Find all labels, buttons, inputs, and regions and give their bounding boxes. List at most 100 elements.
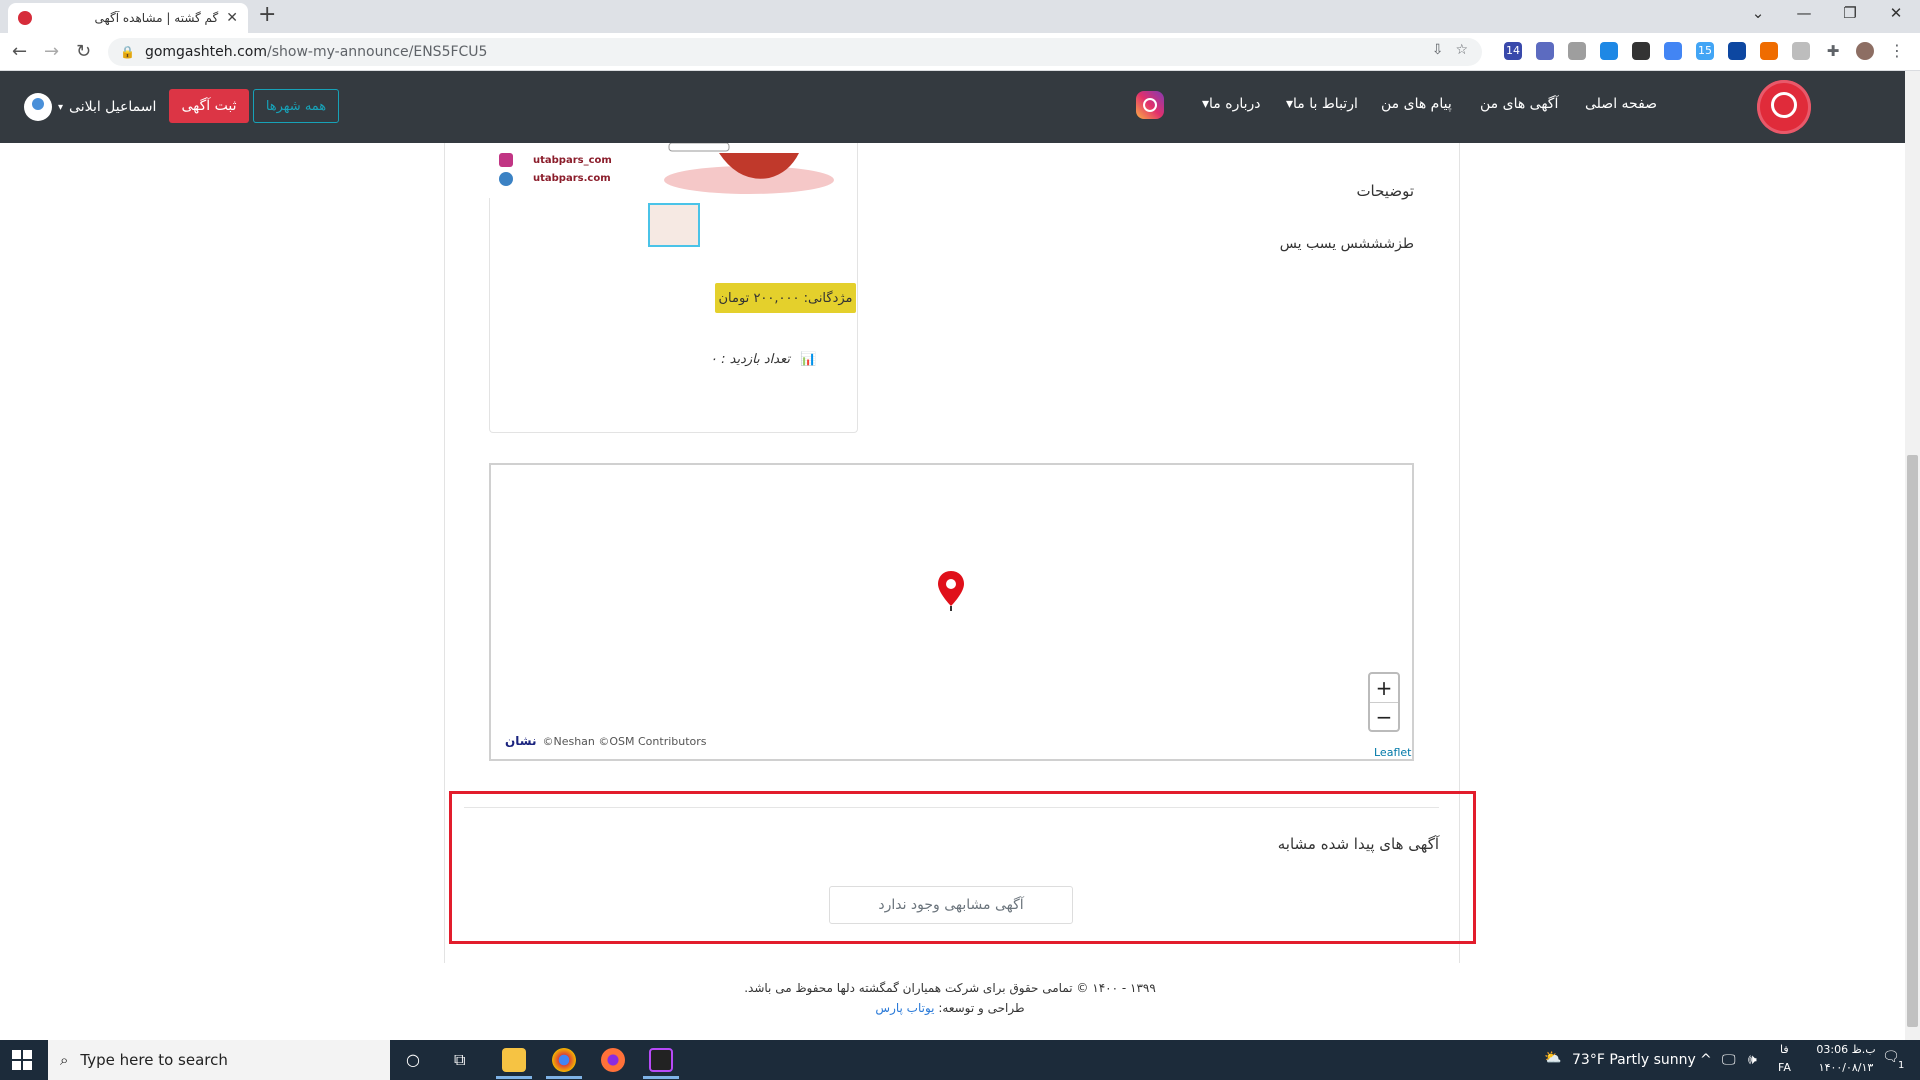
close-window-icon[interactable]: ✕ (1876, 4, 1916, 22)
install-app-icon[interactable]: ⇩ (1432, 42, 1444, 58)
site-logo[interactable] (1757, 80, 1811, 134)
caret-down-icon: ▾ (58, 101, 64, 113)
restore-icon[interactable]: ❐ (1830, 4, 1870, 22)
tray-chevron-icon[interactable]: ^ (1700, 1052, 1712, 1068)
notification-count: 1 (1898, 1060, 1905, 1071)
nav-about-dropdown[interactable]: درباره ما▾ (1202, 96, 1261, 112)
network-icon[interactable]: 🖵 (1722, 1052, 1736, 1068)
profile-avatar[interactable] (1856, 42, 1874, 60)
map-attribution: نشان ©Neshan ©OSM Contributors (505, 734, 707, 748)
footer-copyright: ۱۳۹۹ - ۱۴۰۰ © تمامی حقوق برای شرکت همیار… (744, 981, 1156, 995)
url-domain: gomgashteh.com (144, 44, 268, 60)
caret-down-icon: ▾ (1286, 96, 1294, 112)
instagram-icon[interactable] (1136, 91, 1164, 119)
check-extension-icon[interactable] (1728, 42, 1746, 60)
forward-icon[interactable]: → (44, 41, 59, 62)
attribution-text: ©Neshan ©OSM Contributors (542, 734, 707, 748)
leaflet-link[interactable]: Leaflet (1374, 746, 1411, 759)
extensions-puzzle-icon[interactable]: ✚ (1824, 42, 1842, 60)
cortana-icon[interactable]: ○ (406, 1050, 420, 1069)
ad-image-line-2: utabpars.com (533, 173, 611, 184)
phpstorm-icon[interactable] (649, 1048, 673, 1072)
user-avatar-icon (24, 93, 52, 121)
extension-badge: 14 (1506, 44, 1520, 57)
volume-icon[interactable]: 🕪 (1748, 1052, 1757, 1068)
chart-icon: 📊 (799, 352, 817, 367)
no-similar-ads-box: آگهی مشابهی وجود ندارد (829, 886, 1073, 924)
back-icon[interactable]: ← (12, 41, 27, 62)
view-count-label: تعداد بازدید : ۰ (710, 352, 790, 367)
footer-design-label: طراحی و توسعه: (938, 1001, 1025, 1015)
active-indicator (546, 1076, 582, 1079)
new-tab-button[interactable]: + (258, 2, 276, 27)
extension-icon-4[interactable] (1600, 42, 1618, 60)
nav-contact-dropdown[interactable]: ارتباط با ما▾ (1286, 96, 1358, 112)
bookmark-star-icon[interactable]: ☆ (1455, 42, 1468, 58)
divider (464, 807, 1439, 808)
user-name: اسماعیل ابلانی (69, 99, 157, 115)
footer-design-link[interactable]: یوتاب پارس (875, 1001, 934, 1015)
reward-badge: مژدگانی: ۲۰۰,۰۰۰ تومان (715, 283, 856, 313)
taskbar-search[interactable]: ⌕ Type here to search (48, 1040, 390, 1080)
caret-down-icon: ▾ (1202, 96, 1210, 112)
location-map[interactable] (489, 463, 1414, 761)
extension-icon-10[interactable] (1792, 42, 1810, 60)
tab-search-chevron-icon[interactable]: ⌄ (1738, 4, 1778, 22)
footer-credits: طراحی و توسعه: یوتاب پارس (700, 1001, 1200, 1015)
clock-date[interactable]: ۱۴۰۰/۰۸/۱۳ (1806, 1061, 1886, 1074)
tab-title: گم گشته | مشاهده آگهی (94, 11, 219, 25)
all-cities-button[interactable]: همه شهرها (253, 89, 339, 123)
task-view-icon[interactable]: ⧉ (454, 1050, 465, 1070)
minimize-icon[interactable]: — (1784, 4, 1824, 22)
view-count: 📊 تعداد بازدید : ۰ (710, 352, 816, 367)
nav-home[interactable]: صفحه اصلی (1585, 96, 1657, 112)
description-text: طزشششس یسب یس (1279, 236, 1414, 252)
site-favicon-icon (18, 11, 32, 25)
lock-icon: 🔒 (120, 45, 135, 59)
chrome-icon[interactable] (552, 1048, 576, 1072)
ad-main-image[interactable]: utabpars_com utabpars.com (489, 143, 856, 198)
camera-extension-icon[interactable] (1568, 42, 1586, 60)
nav-contact-label: ارتباط با ما (1293, 96, 1358, 112)
map-zoom-control: + − (1368, 672, 1400, 732)
extension-icon-9[interactable] (1760, 42, 1778, 60)
translate-extension-icon[interactable] (1664, 42, 1682, 60)
close-tab-icon[interactable]: ✕ (226, 10, 238, 26)
neshan-logo: نشان (505, 734, 537, 748)
active-indicator (496, 1076, 532, 1079)
search-icon: ⌕ (60, 1051, 69, 1069)
map-marker-icon[interactable] (937, 570, 965, 612)
clock-time[interactable]: 03:06 ب.ظ (1806, 1043, 1886, 1056)
nav-my-messages[interactable]: پیام های من (1381, 96, 1452, 112)
file-explorer-icon[interactable] (502, 1048, 526, 1072)
extension-icon-1[interactable]: 14 (1504, 42, 1522, 60)
language-indicator[interactable]: FA (1778, 1061, 1791, 1074)
url-path: /show-my-announce/ENS5FCU5 (267, 44, 488, 60)
tab-strip (0, 0, 1920, 33)
ad-image-graphic (499, 143, 834, 194)
firefox-icon[interactable] (601, 1048, 625, 1072)
weather-text[interactable]: 73°F Partly sunny (1572, 1052, 1696, 1068)
zoom-out-button[interactable]: − (1370, 703, 1398, 731)
scrollbar-thumb[interactable] (1907, 455, 1918, 1027)
extension-icon-7[interactable]: 15 (1696, 42, 1714, 60)
reload-icon[interactable]: ↻ (76, 41, 91, 62)
address-bar[interactable]: 🔒 gomgashteh.com/show-my-announce/ENS5FC… (108, 38, 1482, 66)
windows-start-icon[interactable] (12, 1050, 32, 1070)
description-heading: توضیحات (1356, 182, 1414, 200)
extension-badge: 15 (1698, 44, 1712, 57)
browser-menu-icon[interactable]: ⋮ (1888, 42, 1906, 60)
user-menu[interactable]: ▾ اسماعیل ابلانی (24, 93, 156, 121)
ad-thumbnail[interactable] (648, 203, 700, 247)
weather-icon[interactable]: ⛅ (1544, 1050, 1561, 1066)
language-indicator-fa[interactable]: فا (1780, 1043, 1789, 1056)
extension-icon-2[interactable] (1536, 42, 1554, 60)
similar-ads-heading: آگهی های پیدا شده مشابه (1277, 835, 1439, 853)
nav-my-ads[interactable]: آگهی های من (1480, 96, 1558, 112)
nav-about-label: درباره ما (1209, 96, 1261, 112)
zoom-in-button[interactable]: + (1370, 674, 1398, 703)
post-ad-button[interactable]: ثبت آگهی (169, 89, 249, 123)
ad-image-line-1: utabpars_com (533, 155, 612, 166)
extension-icon-5[interactable] (1632, 42, 1650, 60)
browser-tab[interactable]: گم گشته | مشاهده آگهی ✕ (8, 3, 248, 33)
